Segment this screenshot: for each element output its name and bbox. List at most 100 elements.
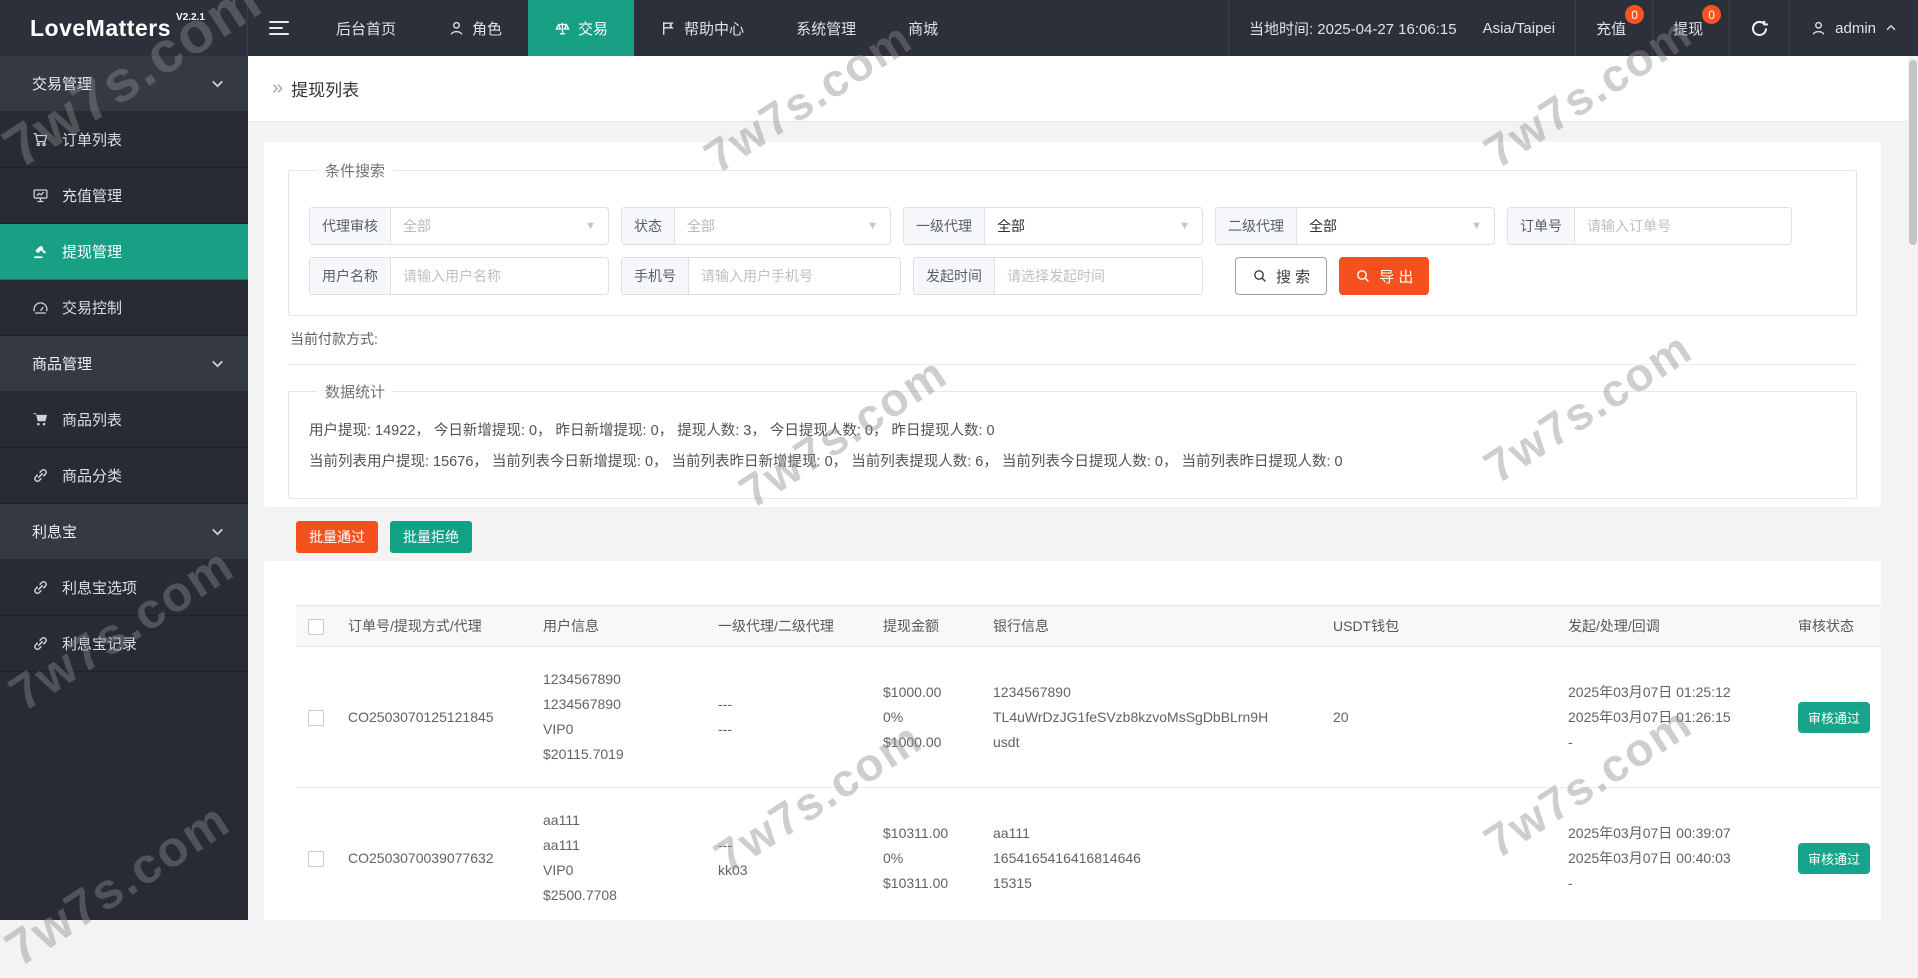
time-info: 2025年03月07日 00:39:072025年03月07日 00:40:03… [1568, 821, 1774, 896]
bank-info: aa1111654165416416814646 15315 [993, 821, 1309, 896]
agent-audit-select[interactable]: 代理审核 全部▼ [309, 207, 609, 245]
username-field: 用户名称 [309, 257, 609, 295]
timezone: Asia/Taipei [1477, 0, 1576, 56]
sidebar-item-product-list[interactable]: 商品列表 [0, 392, 248, 448]
sidebar-item-product-category[interactable]: 商品分类 [0, 448, 248, 504]
col-agents: 一级代理/二级代理 [706, 606, 871, 647]
chevron-down-icon [209, 523, 226, 540]
nav-item-system[interactable]: 系统管理 [770, 0, 882, 56]
agent-info: ------ [718, 692, 859, 742]
scales-icon [554, 20, 571, 37]
nav-item-mall[interactable]: 商城 [882, 0, 964, 56]
link-icon [32, 635, 49, 652]
col-times: 发起/处理/回调 [1556, 606, 1786, 647]
start-time-input[interactable] [995, 258, 1202, 294]
withdraw-table: 订单号/提现方式/代理 用户信息 一级代理/二级代理 提现金额 银行信息 USD… [296, 605, 1881, 920]
gauge-icon [32, 299, 49, 316]
page-title: 提现列表 [291, 76, 359, 101]
recharge-count-badge: 0 [1625, 5, 1644, 24]
level2-agent-select[interactable]: 二级代理 全部▼ [1215, 207, 1495, 245]
order-no-input[interactable] [1575, 208, 1791, 244]
person-icon [448, 20, 465, 37]
navbar-right: 当地时间: 2025-04-27 16:06:15 Asia/Taipei 充值… [1228, 0, 1918, 56]
user-icon [1810, 20, 1827, 37]
order-no-field: 订单号 [1507, 207, 1792, 245]
user-name: admin [1835, 20, 1876, 37]
bank-info: 1234567890TL4uWrDzJG1feSVzb8kzvoMsSgDbBL… [993, 680, 1309, 755]
username-input[interactable] [391, 258, 608, 294]
sidebar-group-product-management[interactable]: 商品管理 [0, 336, 248, 392]
status-select[interactable]: 状态 全部▼ [621, 207, 891, 245]
sidebar-group-trade-management[interactable]: 交易管理 [0, 56, 248, 112]
col-bank-info: 银行信息 [981, 606, 1321, 647]
agent-info: ---kk03 [718, 833, 859, 883]
sidebar-item-interest-records[interactable]: 利息宝记录 [0, 616, 248, 672]
phone-input[interactable] [689, 258, 900, 294]
sidebar-item-trade-control[interactable]: 交易控制 [0, 280, 248, 336]
start-time-field: 发起时间 [913, 257, 1203, 295]
amount-info: $10311.000% $10311.00 [883, 821, 969, 896]
sidebar-item-withdraw-management[interactable]: 提现管理 [0, 224, 248, 280]
app-logo: LoveMatters V2.2.1 [0, 0, 248, 56]
time-info: 2025年03月07日 01:25:122025年03月07日 01:26:15… [1568, 680, 1774, 755]
usdt-wallet [1321, 788, 1556, 921]
link-icon [32, 467, 49, 484]
search-icon [1355, 268, 1371, 284]
level1-agent-select[interactable]: 一级代理 全部▼ [903, 207, 1203, 245]
cart-filled-icon [32, 411, 49, 428]
user-info: 12345678901234567890 VIP0$20115.7019 [543, 667, 694, 767]
col-usdt-wallet: USDT钱包 [1321, 606, 1556, 647]
batch-actions: 批量通过 批量拒绝 [296, 521, 1881, 553]
search-conditions-legend: 条件搜索 [317, 160, 393, 181]
chevron-down-icon [209, 355, 226, 372]
main-area: » 提现列表 条件搜索 代理审核 全部▼ 状态 全部▼ 一级代理 [248, 56, 1918, 920]
stats-line-2: 当前列表用户提现: 15676， 当前列表今日新增提现: 0， 当前列表昨日新增… [309, 447, 1836, 478]
nav-item-help-center[interactable]: 帮助中心 [634, 0, 770, 56]
nav-item-dashboard[interactable]: 后台首页 [310, 0, 422, 56]
content-area: 条件搜索 代理审核 全部▼ 状态 全部▼ 一级代理 全部▼ [248, 122, 1918, 920]
filter-card: 条件搜索 代理审核 全部▼ 状态 全部▼ 一级代理 全部▼ [264, 142, 1881, 507]
breadcrumb: » 提现列表 [248, 56, 1918, 122]
withdraw-nav-button[interactable]: 提现 0 [1653, 0, 1729, 56]
sidebar-toggle-button[interactable] [248, 0, 310, 56]
nav-item-trade[interactable]: 交易 [528, 0, 634, 56]
export-button[interactable]: 导 出 [1339, 257, 1429, 295]
recharge-nav-button[interactable]: 充值 0 [1576, 0, 1652, 56]
sidebar-item-order-list[interactable]: 订单列表 [0, 112, 248, 168]
vertical-scrollbar[interactable] [1908, 56, 1918, 920]
table-header-row: 订单号/提现方式/代理 用户信息 一级代理/二级代理 提现金额 银行信息 USD… [296, 606, 1881, 647]
app-version: V2.2.1 [176, 12, 205, 23]
search-button[interactable]: 搜 索 [1235, 257, 1327, 295]
stats-line-1: 用户提现: 14922， 今日新增提现: 0， 昨日新增提现: 0， 提现人数:… [309, 416, 1836, 447]
status-badge: 审核通过 [1798, 702, 1870, 733]
row-checkbox[interactable] [308, 851, 324, 867]
local-time: 当地时间: 2025-04-27 16:06:15 [1229, 0, 1477, 56]
filter-row-1: 代理审核 全部▼ 状态 全部▼ 一级代理 全部▼ 二级代理 全部▼ [309, 207, 1836, 245]
user-info: aa111aa111 VIP0$2500.7708 [543, 808, 694, 908]
user-menu[interactable]: admin [1790, 0, 1918, 56]
batch-approve-button[interactable]: 批量通过 [296, 521, 378, 553]
usdt-wallet: 20 [1321, 647, 1556, 788]
current-payment-method-label: 当前付款方式: [288, 316, 1857, 365]
data-statistics-legend: 数据统计 [317, 381, 393, 402]
refresh-button[interactable] [1730, 0, 1789, 56]
flag-icon [660, 20, 677, 37]
sidebar-item-recharge-management[interactable]: 充值管理 [0, 168, 248, 224]
col-amount: 提现金额 [871, 606, 981, 647]
row-checkbox[interactable] [308, 710, 324, 726]
batch-reject-button[interactable]: 批量拒绝 [390, 521, 472, 553]
amount-info: $1000.000% $1000.00 [883, 680, 969, 755]
col-audit-status: 审核状态 [1786, 606, 1881, 647]
data-statistics-fieldset: 数据统计 用户提现: 14922， 今日新增提现: 0， 昨日新增提现: 0， … [288, 381, 1857, 499]
vertical-scrollbar-thumb[interactable] [1909, 60, 1917, 245]
sidebar-group-interest-treasure[interactable]: 利息宝 [0, 504, 248, 560]
chevron-up-icon [1884, 21, 1898, 35]
dropdown-caret-icon: ▼ [1179, 220, 1190, 232]
nav-item-roles[interactable]: 角色 [422, 0, 528, 56]
select-all-checkbox[interactable] [308, 619, 324, 635]
dropdown-caret-icon: ▼ [585, 220, 596, 232]
order-no: CO2503070125121845 [336, 647, 531, 788]
table-row: CO2503070125121845 12345678901234567890 … [296, 647, 1881, 788]
sidebar-item-interest-options[interactable]: 利息宝选项 [0, 560, 248, 616]
col-user-info: 用户信息 [531, 606, 706, 647]
